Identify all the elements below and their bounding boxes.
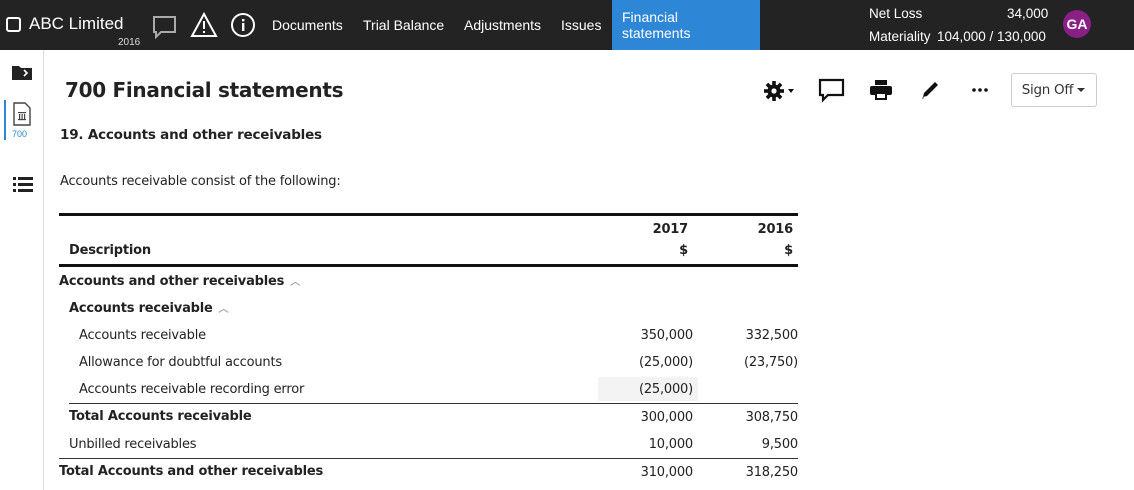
nav-label: Adjustments <box>464 17 542 33</box>
nav-documents[interactable]: Documents <box>262 0 353 50</box>
net-loss-label: Net Loss <box>869 6 923 21</box>
value-2017[interactable]: 10,000 <box>649 437 693 452</box>
row-label: Unbilled receivables <box>69 437 197 452</box>
folder-icon[interactable] <box>12 64 32 85</box>
header-2016: 2016 <box>757 222 794 237</box>
value-2017[interactable]: 350,000 <box>641 328 694 343</box>
company-switcher[interactable]: ABC Limited <box>6 14 123 34</box>
nav-issues[interactable]: Issues <box>551 0 611 50</box>
net-loss-value: 34,000 <box>1007 6 1049 21</box>
company-name: ABC Limited <box>29 14 124 33</box>
row-label: Total Accounts and other receivables <box>59 464 324 479</box>
warning-icon[interactable] <box>190 11 218 43</box>
comment-icon[interactable] <box>152 15 178 44</box>
value-2017: 300,000 <box>640 410 694 425</box>
nav-label: Documents <box>272 17 343 33</box>
chevron-down-icon <box>1077 88 1086 92</box>
gear-icon[interactable] <box>763 80 797 107</box>
header-2017: 2017 <box>652 222 689 237</box>
value-2016: 318,250 <box>745 465 799 480</box>
sign-off-button[interactable]: Sign Off <box>1011 73 1097 107</box>
row-label: Allowance for doubtful accounts <box>79 355 282 370</box>
fiscal-year: 2016 <box>118 37 141 48</box>
print-icon[interactable] <box>870 80 892 105</box>
avatar[interactable]: GA <box>1063 10 1091 38</box>
note-title: 19. Accounts and other receivables <box>60 127 322 143</box>
row-label: Accounts receivable recording error <box>79 382 305 397</box>
table-row[interactable]: Accounts and other receivables ︿ <box>59 273 300 289</box>
page-title: 700 Financial statements <box>65 78 344 102</box>
comment-icon[interactable] <box>818 78 846 109</box>
table-row[interactable]: Accounts receivable ︿ <box>69 300 229 316</box>
note-intro: Accounts receivable consist of the follo… <box>60 174 341 189</box>
row-label: Accounts receivable <box>69 301 213 316</box>
nav-label: Financial statements <box>622 9 691 41</box>
header-bottom-rule <box>59 264 798 267</box>
sign-off-label: Sign Off <box>1021 82 1074 98</box>
value-2016: 308,750 <box>745 410 799 425</box>
more-icon[interactable] <box>971 83 989 102</box>
chevron-up-icon[interactable]: ︿ <box>219 304 229 315</box>
value-2016[interactable]: 332,500 <box>746 328 799 343</box>
value-2016[interactable]: (23,750) <box>744 355 798 370</box>
header-description: Description <box>69 243 151 258</box>
value-2017: 310,000 <box>640 465 694 480</box>
top-bar: ABC Limited 2016 Documents Trial Balance… <box>0 0 1134 50</box>
nav-adjustments[interactable]: Adjustments <box>454 0 551 50</box>
value-2017[interactable]: (25,000) <box>639 382 693 397</box>
info-icon[interactable] <box>230 12 256 43</box>
subtotal-rule <box>69 403 798 404</box>
table-top-rule <box>59 213 798 216</box>
materiality-label: Materiality <box>869 29 931 44</box>
document-icon[interactable] <box>12 102 32 131</box>
nav-label: Issues <box>561 17 602 33</box>
nav-financial-statements[interactable]: Financial statements <box>612 0 760 50</box>
active-indicator <box>4 100 6 140</box>
pencil-icon[interactable] <box>920 80 942 105</box>
value-2016[interactable]: 9,500 <box>762 437 798 452</box>
list-icon[interactable] <box>13 177 33 198</box>
checkbox-icon <box>6 16 21 32</box>
row-label: Accounts and other receivables <box>59 274 285 289</box>
value-2017[interactable]: (25,000) <box>639 355 693 370</box>
section-number: 700 <box>12 129 28 139</box>
row-label: Total Accounts receivable <box>69 409 252 424</box>
row-label: Accounts receivable <box>79 328 206 343</box>
chevron-up-icon[interactable]: ︿ <box>290 277 300 288</box>
materiality-value: 104,000 / 130,000 <box>937 29 1046 44</box>
header-2016-unit: $ <box>784 243 793 258</box>
left-rail: 700 <box>0 50 44 490</box>
nav-label: Trial Balance <box>363 17 445 33</box>
header-2017-unit: $ <box>679 243 688 258</box>
total-rule <box>59 458 798 459</box>
nav-trial-balance[interactable]: Trial Balance <box>353 0 454 50</box>
